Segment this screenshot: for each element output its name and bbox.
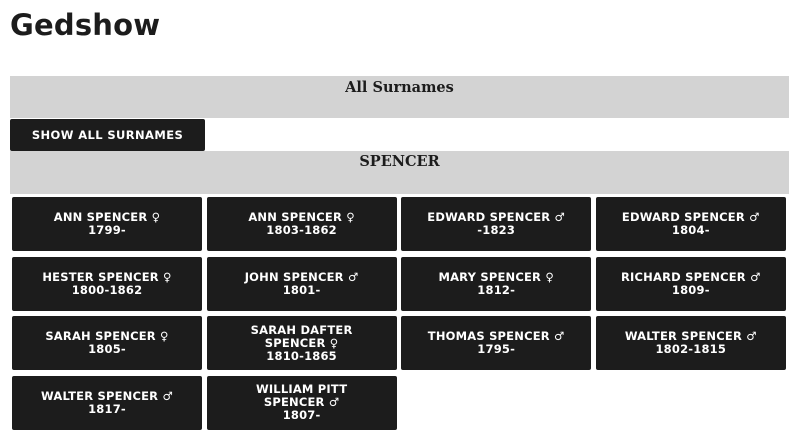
person-button[interactable]: THOMAS SPENCER ♂ 1795-	[401, 316, 592, 371]
person-dates: 1817-	[88, 401, 126, 416]
person-name-text: EDWARD SPENCER	[427, 210, 551, 224]
female-icon: ♀	[329, 335, 339, 350]
person-button[interactable]: WILLIAM PITT SPENCER ♂ 1807-	[206, 375, 397, 430]
person-dates: 1809-	[671, 282, 710, 297]
person-dates: 1800-1862	[71, 282, 143, 297]
people-grid: ANN SPENCER ♀ 1799- ANN SPENCER ♀ 1803-1862…	[12, 197, 786, 430]
person-button[interactable]: WALTER SPENCER ♂ 1817-	[12, 375, 202, 430]
person-dates: 1795-	[477, 342, 516, 357]
person-dates: 1810-1865	[266, 348, 337, 363]
person-name: SARAH DAFTER SPENCER ♀	[238, 323, 366, 350]
person-button[interactable]: EDWARD SPENCER ♂ -1823	[401, 197, 592, 251]
person-name-text: ANN SPENCER	[53, 210, 148, 224]
person-name-text: EDWARD SPENCER	[621, 210, 745, 224]
person-name-text: THOMAS SPENCER	[427, 329, 550, 344]
person-dates: 1801-	[282, 282, 321, 297]
female-icon: ♀	[346, 210, 355, 224]
person-name-text: HESTER SPENCER	[42, 269, 159, 284]
person-dates: 1803-1862	[266, 223, 337, 237]
male-icon: ♂	[554, 329, 565, 344]
female-icon: ♀	[163, 269, 172, 284]
person-name-text: RICHARD SPENCER	[620, 269, 746, 284]
person-button[interactable]: ANN SPENCER ♀ 1803-1862	[206, 197, 397, 251]
person-button[interactable]: WALTER SPENCER ♂ 1802-1815	[595, 316, 786, 371]
show-all-surnames-button[interactable]: SHOW ALL SURNAMES	[10, 119, 205, 151]
person-name-text: MARY SPENCER	[438, 269, 542, 284]
person-button[interactable]: MARY SPENCER ♀ 1812-	[401, 256, 592, 311]
person-dates: 1802-1815	[655, 342, 727, 357]
surname-header: SPENCER	[10, 151, 789, 194]
male-icon: ♂	[749, 210, 760, 224]
male-icon: ♂	[328, 395, 340, 410]
male-icon: ♂	[554, 210, 566, 224]
person-name-text: WALTER SPENCER	[624, 329, 743, 344]
person-name: RICHARD SPENCER ♂	[620, 269, 761, 284]
male-icon: ♂	[750, 269, 761, 284]
person-dates: 1804-	[671, 223, 710, 237]
person-name: WILLIAM PITT SPENCER ♂	[238, 383, 366, 409]
app-title: Gedshow	[10, 8, 161, 42]
person-dates: -1823	[477, 223, 516, 237]
person-button[interactable]: RICHARD SPENCER ♂ 1809-	[595, 256, 786, 311]
person-name-text: WALTER SPENCER	[41, 388, 159, 403]
surname-heading: SPENCER	[359, 153, 440, 170]
person-dates: 1799-	[88, 223, 126, 237]
person-dates: 1807-	[282, 408, 321, 423]
all-surnames-heading: All Surnames	[345, 79, 454, 96]
person-name: WALTER SPENCER ♂	[41, 388, 173, 403]
male-icon: ♂	[162, 388, 173, 403]
person-button[interactable]: EDWARD SPENCER ♂ 1804-	[595, 197, 786, 251]
person-name: HESTER SPENCER ♀	[42, 269, 172, 284]
female-icon: ♀	[151, 210, 161, 224]
person-button[interactable]: JOHN SPENCER ♂ 1801-	[206, 256, 397, 311]
female-icon: ♀	[160, 329, 169, 344]
person-dates: 1812-	[477, 282, 516, 297]
person-name-text: JOHN SPENCER	[244, 269, 344, 284]
person-button[interactable]: ANN SPENCER ♀ 1799-	[12, 197, 202, 251]
person-button[interactable]: SARAH SPENCER ♀ 1805-	[12, 316, 202, 371]
female-icon: ♀	[545, 269, 554, 284]
person-name-text: ANN SPENCER	[248, 210, 343, 224]
male-icon: ♂	[746, 329, 757, 344]
person-name: MARY SPENCER ♀	[438, 269, 554, 284]
person-name: JOHN SPENCER ♂	[244, 269, 359, 284]
person-button[interactable]: SARAH DAFTER SPENCER ♀ 1810-1865	[206, 316, 397, 371]
all-surnames-header: All Surnames	[10, 76, 789, 118]
person-button[interactable]: HESTER SPENCER ♀ 1800-1862	[12, 256, 202, 311]
male-icon: ♂	[347, 269, 359, 284]
person-name-text: SARAH SPENCER	[45, 329, 156, 344]
person-dates: 1805-	[88, 342, 126, 357]
